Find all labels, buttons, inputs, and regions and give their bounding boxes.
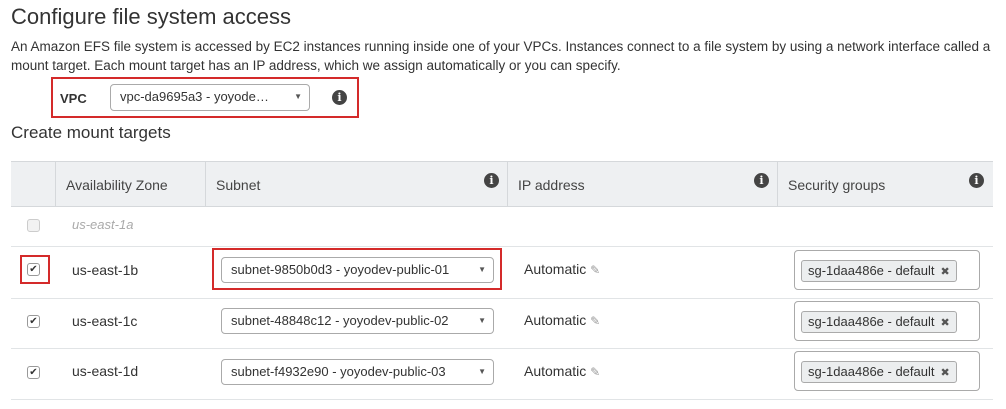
checkmark-icon: ✔ <box>29 367 38 378</box>
caret-down-icon: ▼ <box>294 92 302 101</box>
info-icon[interactable]: i <box>969 173 984 188</box>
security-group-tag: sg-1daa486e - default ✖ <box>801 361 957 383</box>
header-availability-zone: Availability Zone <box>55 162 206 206</box>
header-subnet: Subnet i <box>205 162 508 206</box>
row-checkbox-us-east-1a <box>27 219 40 232</box>
zone-label: us-east-1c <box>72 313 138 329</box>
subnet-select-us-east-1c[interactable]: subnet-48848c12 - yoyodev-public-02 ▼ <box>221 308 494 334</box>
checkmark-icon: ✔ <box>29 316 38 327</box>
security-group-tag: sg-1daa486e - default ✖ <box>801 260 957 282</box>
page-title: Configure file system access <box>11 4 291 29</box>
vpc-select-value: vpc-da9695a3 - yoyode… <box>120 89 269 104</box>
row-checkbox-us-east-1d[interactable]: ✔ <box>27 366 40 379</box>
ip-address-value: Automatic ✎ <box>524 261 601 277</box>
caret-down-icon: ▼ <box>478 316 486 325</box>
zone-label: us-east-1b <box>72 262 139 278</box>
pencil-icon[interactable]: ✎ <box>590 263 600 277</box>
remove-tag-icon[interactable]: ✖ <box>940 367 949 379</box>
ip-address-value: Automatic ✎ <box>524 363 601 379</box>
vpc-select[interactable]: vpc-da9695a3 - yoyode… ▼ <box>110 84 310 111</box>
remove-tag-icon[interactable]: ✖ <box>940 266 949 278</box>
row-divider <box>11 348 993 349</box>
section-title: Create mount targets <box>11 123 171 142</box>
subnet-select-us-east-1b[interactable]: subnet-9850b0d3 - yoyodev-public-01 ▼ <box>221 257 494 283</box>
remove-tag-icon[interactable]: ✖ <box>940 317 949 329</box>
table-header: Availability Zone Subnet i IP address i … <box>11 161 993 207</box>
subnet-select-value: subnet-f4932e90 - yoyodev-public-03 <box>231 364 446 379</box>
subnet-select-value: subnet-48848c12 - yoyodev-public-02 <box>231 313 449 328</box>
row-checkbox-us-east-1c[interactable]: ✔ <box>27 315 40 328</box>
vpc-label: VPC <box>60 91 87 106</box>
header-security-groups: Security groups i <box>777 162 993 206</box>
info-icon[interactable]: i <box>754 173 769 188</box>
row-divider <box>11 298 993 299</box>
info-icon[interactable]: i <box>332 90 347 105</box>
zone-label: us-east-1d <box>72 363 139 379</box>
pencil-icon[interactable]: ✎ <box>590 365 600 379</box>
checkmark-icon: ✔ <box>29 264 38 275</box>
pencil-icon[interactable]: ✎ <box>590 314 600 328</box>
row-divider <box>11 246 993 247</box>
subnet-select-us-east-1d[interactable]: subnet-f4932e90 - yoyodev-public-03 ▼ <box>221 359 494 385</box>
info-icon[interactable]: i <box>484 173 499 188</box>
ip-address-value: Automatic ✎ <box>524 312 601 328</box>
security-groups-field-us-east-1c[interactable]: sg-1daa486e - default ✖ <box>794 301 980 341</box>
header-ip-address: IP address i <box>507 162 778 206</box>
security-groups-field-us-east-1b[interactable]: sg-1daa486e - default ✖ <box>794 250 980 290</box>
row-checkbox-us-east-1b[interactable]: ✔ <box>27 263 40 276</box>
caret-down-icon: ▼ <box>478 265 486 274</box>
row-divider <box>11 399 993 400</box>
page-description: An Amazon EFS file system is accessed by… <box>11 39 991 73</box>
security-group-tag: sg-1daa486e - default ✖ <box>801 311 957 333</box>
zone-label: us-east-1a <box>72 217 134 232</box>
security-groups-field-us-east-1d[interactable]: sg-1daa486e - default ✖ <box>794 351 980 391</box>
caret-down-icon: ▼ <box>478 367 486 376</box>
subnet-select-value: subnet-9850b0d3 - yoyodev-public-01 <box>231 262 450 277</box>
